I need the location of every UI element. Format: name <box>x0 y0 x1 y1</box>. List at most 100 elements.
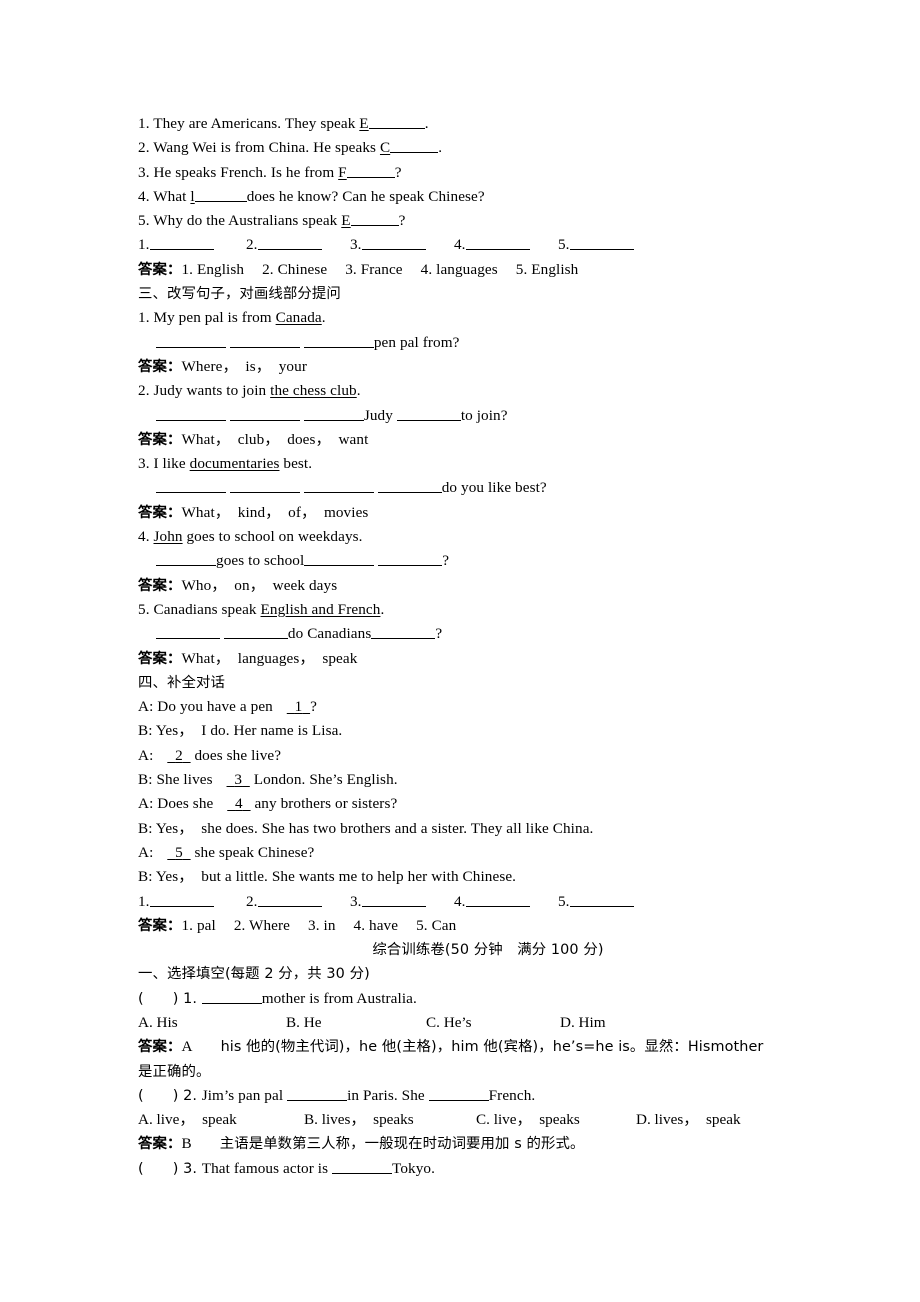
answer-blank-number: 3. <box>350 892 362 910</box>
mc-option-a[interactable]: A. live， speak <box>138 1108 237 1132</box>
answer-blank-line[interactable] <box>466 892 531 907</box>
mc-stem-blank[interactable] <box>287 1086 348 1101</box>
answer-blank-line[interactable] <box>362 892 427 907</box>
mc-stem-blank[interactable] <box>201 989 262 1004</box>
mc-answer-bracket[interactable]: ( ) 2. <box>138 1088 202 1104</box>
rewrite-blank[interactable] <box>377 478 442 494</box>
answer-label: 答案： <box>138 1136 182 1153</box>
answer-blank-line[interactable] <box>570 892 635 907</box>
answer-blank-line[interactable] <box>150 236 215 251</box>
rewrite-blank[interactable] <box>396 406 461 421</box>
dialogue-line-3: A: 2 does she live? <box>138 744 838 768</box>
answer-text: What， kind， of， movies <box>181 503 369 521</box>
section-four-heading: 四、补全对话 <box>138 671 838 695</box>
answer-blank-line[interactable] <box>258 236 323 251</box>
answer-label: 答案： <box>138 504 182 521</box>
mc-option-c[interactable]: C. live， speaks <box>476 1108 580 1132</box>
dialogue-answer-row: 答案：1. pal 2. Where 3. in 4. have 5. Can <box>138 914 838 938</box>
answer-item: 4. languages <box>420 260 498 278</box>
rewrite-blank[interactable] <box>303 333 374 348</box>
dialogue-blank[interactable]: 3 <box>227 771 250 788</box>
dialogue-speaker: A: <box>138 746 158 764</box>
fill-sentence-5-text: 5. Why do the Australians speak <box>138 212 342 230</box>
fill-sentence-1-hint: E <box>359 115 369 132</box>
fill-sentence-2-blank[interactable] <box>390 138 439 154</box>
fill-sentence-1-blank[interactable] <box>368 114 425 129</box>
fill-sentence-5-hint: E <box>341 212 351 230</box>
mc-option-b[interactable]: B. He <box>286 1011 321 1035</box>
mc-option-c[interactable]: C. He’s <box>426 1011 472 1035</box>
rewrite-q3-pre: 3. I like <box>138 455 190 473</box>
answer-blank-line[interactable] <box>570 236 635 251</box>
rewrite-blank[interactable] <box>223 624 288 640</box>
exam-title-text: 综合训练卷(50 分钟 满分 100 分) <box>372 942 604 959</box>
mc-option-b[interactable]: B. lives， speaks <box>304 1108 414 1132</box>
mc-stem-blank[interactable] <box>428 1086 489 1101</box>
mc-answer-key: A <box>181 1038 193 1056</box>
rewrite-blank[interactable] <box>303 406 364 421</box>
rewrite-blank[interactable] <box>156 406 226 421</box>
answer-blank-cell: 3. <box>350 890 454 914</box>
fill-sentence-5-blank[interactable] <box>350 211 399 227</box>
dialogue-answer-blanks-row: 1. 2. 3. 4. 5. <box>138 890 838 914</box>
rewrite-q4-underlined: John <box>153 528 183 546</box>
mc-option-d[interactable]: D. Him <box>560 1011 606 1035</box>
rewrite-blank[interactable] <box>229 478 300 494</box>
fill-sentence-1: 1. They are Americans. They speak E. <box>138 112 838 136</box>
rewrite-blank[interactable] <box>378 551 443 567</box>
dialogue-line-1: A: Do you have a pen 1 ? <box>138 695 838 719</box>
dialogue-pre: Yes， but a little. She wants me to help … <box>155 868 517 886</box>
mc-stem-blank[interactable] <box>332 1159 393 1174</box>
answer-text: What， languages， speak <box>181 649 358 667</box>
dialogue-blank[interactable]: 1 <box>287 698 310 715</box>
answer-blank-line[interactable] <box>466 236 531 251</box>
mc-question-2: ( ) 2. Jim’s pan pal in Paris. She Frenc… <box>138 1084 838 1108</box>
fill-sentence-4-blank[interactable] <box>194 187 247 202</box>
dialogue-blank[interactable]: 4 <box>227 795 250 812</box>
mc-stem-pre: Jim’s pan pal <box>201 1086 288 1104</box>
rewrite-blank[interactable] <box>303 478 374 494</box>
mc-stem-pre: That famous actor is <box>201 1159 333 1177</box>
rewrite-blank[interactable] <box>156 624 220 640</box>
rewrite-q2-pre: 2. Judy wants to join <box>138 382 271 400</box>
fill-sentence-2-text: 2. Wang Wei is from China. He speaks <box>138 139 380 157</box>
mc-stem-post: French. <box>488 1086 536 1104</box>
answer-blank-line[interactable] <box>258 892 323 907</box>
rewrite-blank[interactable] <box>229 406 300 421</box>
dialogue-post: London. She’s English. <box>249 771 398 789</box>
dialogue-blank-number: 3 <box>234 771 243 789</box>
mc-answer-bracket[interactable]: ( ) 3. <box>138 1161 202 1177</box>
document-body: 1. They are Americans. They speak E. 2. … <box>138 112 838 1181</box>
rewrite-blank[interactable] <box>229 333 300 348</box>
mc-option-a[interactable]: A. His <box>138 1011 178 1035</box>
dialogue-blank[interactable]: 5 <box>167 844 190 861</box>
dialogue-blank[interactable]: 2 <box>167 747 190 764</box>
rewrite-q4-mid: goes to school <box>216 552 305 570</box>
dialogue-line-5: A: Does she 4 any brothers or sisters? <box>138 792 838 816</box>
dialogue-post: any brothers or sisters? <box>250 795 398 813</box>
fill-sentence-3-blank[interactable] <box>346 163 395 178</box>
rewrite-blank[interactable] <box>156 478 226 494</box>
dialogue-line-6: B: Yes， she does. She has two brothers a… <box>138 817 838 841</box>
dialogue-blank-number: 4 <box>235 795 243 813</box>
answer-blank-line[interactable] <box>150 892 215 907</box>
mc-answer-bracket[interactable]: ( ) 1. <box>138 991 202 1007</box>
fill-sentence-4: 4. What l does he know? Can he speak Chin… <box>138 185 838 209</box>
mc-option-d[interactable]: D. lives， speak <box>636 1108 741 1132</box>
rewrite-blank[interactable] <box>156 333 226 348</box>
rewrite-blank[interactable] <box>156 551 216 567</box>
rewrite-blank[interactable] <box>371 624 436 640</box>
document-page: 1. They are Americans. They speak E. 2. … <box>0 0 920 1302</box>
dialogue-speaker: B: <box>138 868 156 886</box>
answer-label: 答案： <box>138 577 182 594</box>
answer-blank-number: 4. <box>454 892 466 910</box>
fill-answer-blanks-row-a: 1. 2. 3. 4. 5. <box>138 233 838 257</box>
answer-blank-line[interactable] <box>362 236 427 251</box>
rewrite-blank[interactable] <box>304 551 375 567</box>
rewrite-q2-answerline: Judy to join? <box>138 404 838 428</box>
fill-sentence-5-tail: ? <box>398 212 406 230</box>
fill-sentence-2-hint: C <box>379 139 391 157</box>
answer-blank-number: 4. <box>454 236 466 254</box>
fill-sentence-4-tail: does he know? Can he speak Chinese? <box>246 187 485 205</box>
dialogue-speaker: A: <box>138 795 158 813</box>
